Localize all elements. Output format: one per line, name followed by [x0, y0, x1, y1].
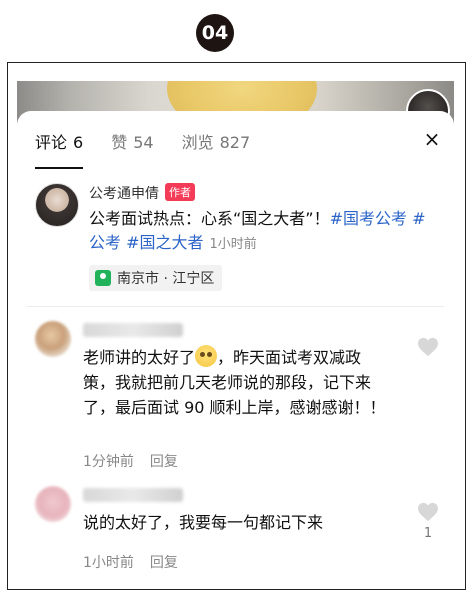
section-divider — [27, 306, 444, 307]
post-author: 公考通申倩 作者 — [89, 183, 195, 203]
comment-meta: 1小时前 回复 — [83, 552, 178, 572]
tab-comments[interactable]: 评论 6 — [35, 129, 83, 155]
author-badge: 作者 — [165, 183, 195, 201]
comment-text-part: 老师讲的太好了 — [83, 348, 196, 367]
author-name[interactable]: 公考通申倩 — [89, 186, 159, 202]
author-avatar[interactable] — [35, 183, 79, 227]
comments-sheet: 评论 6 赞 54 浏览 827 × 公考通申倩 作者 公考面试热点：心系“国之大者”！… — [17, 111, 454, 589]
heart-icon — [418, 337, 438, 357]
location-pin-icon — [95, 270, 111, 286]
comment-text: 老师讲的太好了 ，昨天面试考双减政策，我就把前几天老师说的那段，记下来了，最后面试… — [83, 345, 393, 420]
reply-button[interactable]: 回复 — [150, 454, 178, 470]
tab-views-count: 827 — [219, 133, 251, 152]
location-text: 南京市 · 江宁区 — [117, 271, 215, 287]
reply-button[interactable]: 回复 — [150, 555, 178, 571]
tab-likes-label: 赞 — [111, 133, 128, 152]
comment-tabs: 评论 6 赞 54 浏览 827 — [35, 129, 250, 155]
commenter-name-blurred — [83, 323, 183, 337]
comment-text-part: 说的太好了，我要每一句都记下来 — [83, 513, 324, 532]
post-text: 公考面试热点：心系“国之大者”！#国考公考 #公考 #国之大者 1小时前 — [89, 207, 439, 257]
comment-time: 1分钟前 — [83, 454, 134, 470]
tab-likes-count: 54 — [133, 133, 154, 152]
tab-comments-count: 6 — [73, 133, 84, 152]
commenter-avatar[interactable] — [35, 486, 71, 522]
commenter-name-blurred — [83, 488, 183, 502]
active-tab-indicator — [35, 167, 83, 169]
like-button[interactable] — [417, 337, 439, 361]
tab-views[interactable]: 浏览 827 — [182, 129, 251, 155]
hashtag-link[interactable]: #国考公考 — [330, 209, 407, 228]
face-emoji-icon — [195, 345, 218, 367]
post-time: 1小时前 — [209, 237, 257, 252]
hashtag-link[interactable]: #国之大者 — [126, 233, 203, 252]
tab-likes[interactable]: 赞 54 — [111, 129, 153, 155]
heart-icon — [418, 502, 438, 522]
comment-time: 1小时前 — [83, 555, 134, 571]
location-chip[interactable]: 南京市 · 江宁区 — [89, 265, 223, 291]
step-number-badge: 04 — [196, 14, 234, 52]
tab-comments-label: 评论 — [35, 133, 68, 152]
post-title: 公考面试热点：心系“国之大者”！ — [89, 209, 330, 228]
comment-meta: 1分钟前 回复 — [83, 451, 178, 471]
close-icon[interactable]: × — [420, 127, 444, 151]
like-count: 1 — [423, 526, 433, 541]
like-button[interactable]: 1 — [417, 502, 439, 541]
phone-screenshot-frame: 评论 6 赞 54 浏览 827 × 公考通申倩 作者 公考面试热点：心系“国之大者”！… — [7, 62, 466, 590]
commenter-avatar[interactable] — [35, 321, 71, 357]
tab-views-label: 浏览 — [181, 133, 214, 152]
comment-text: 说的太好了，我要每一句都记下来 — [83, 510, 393, 535]
